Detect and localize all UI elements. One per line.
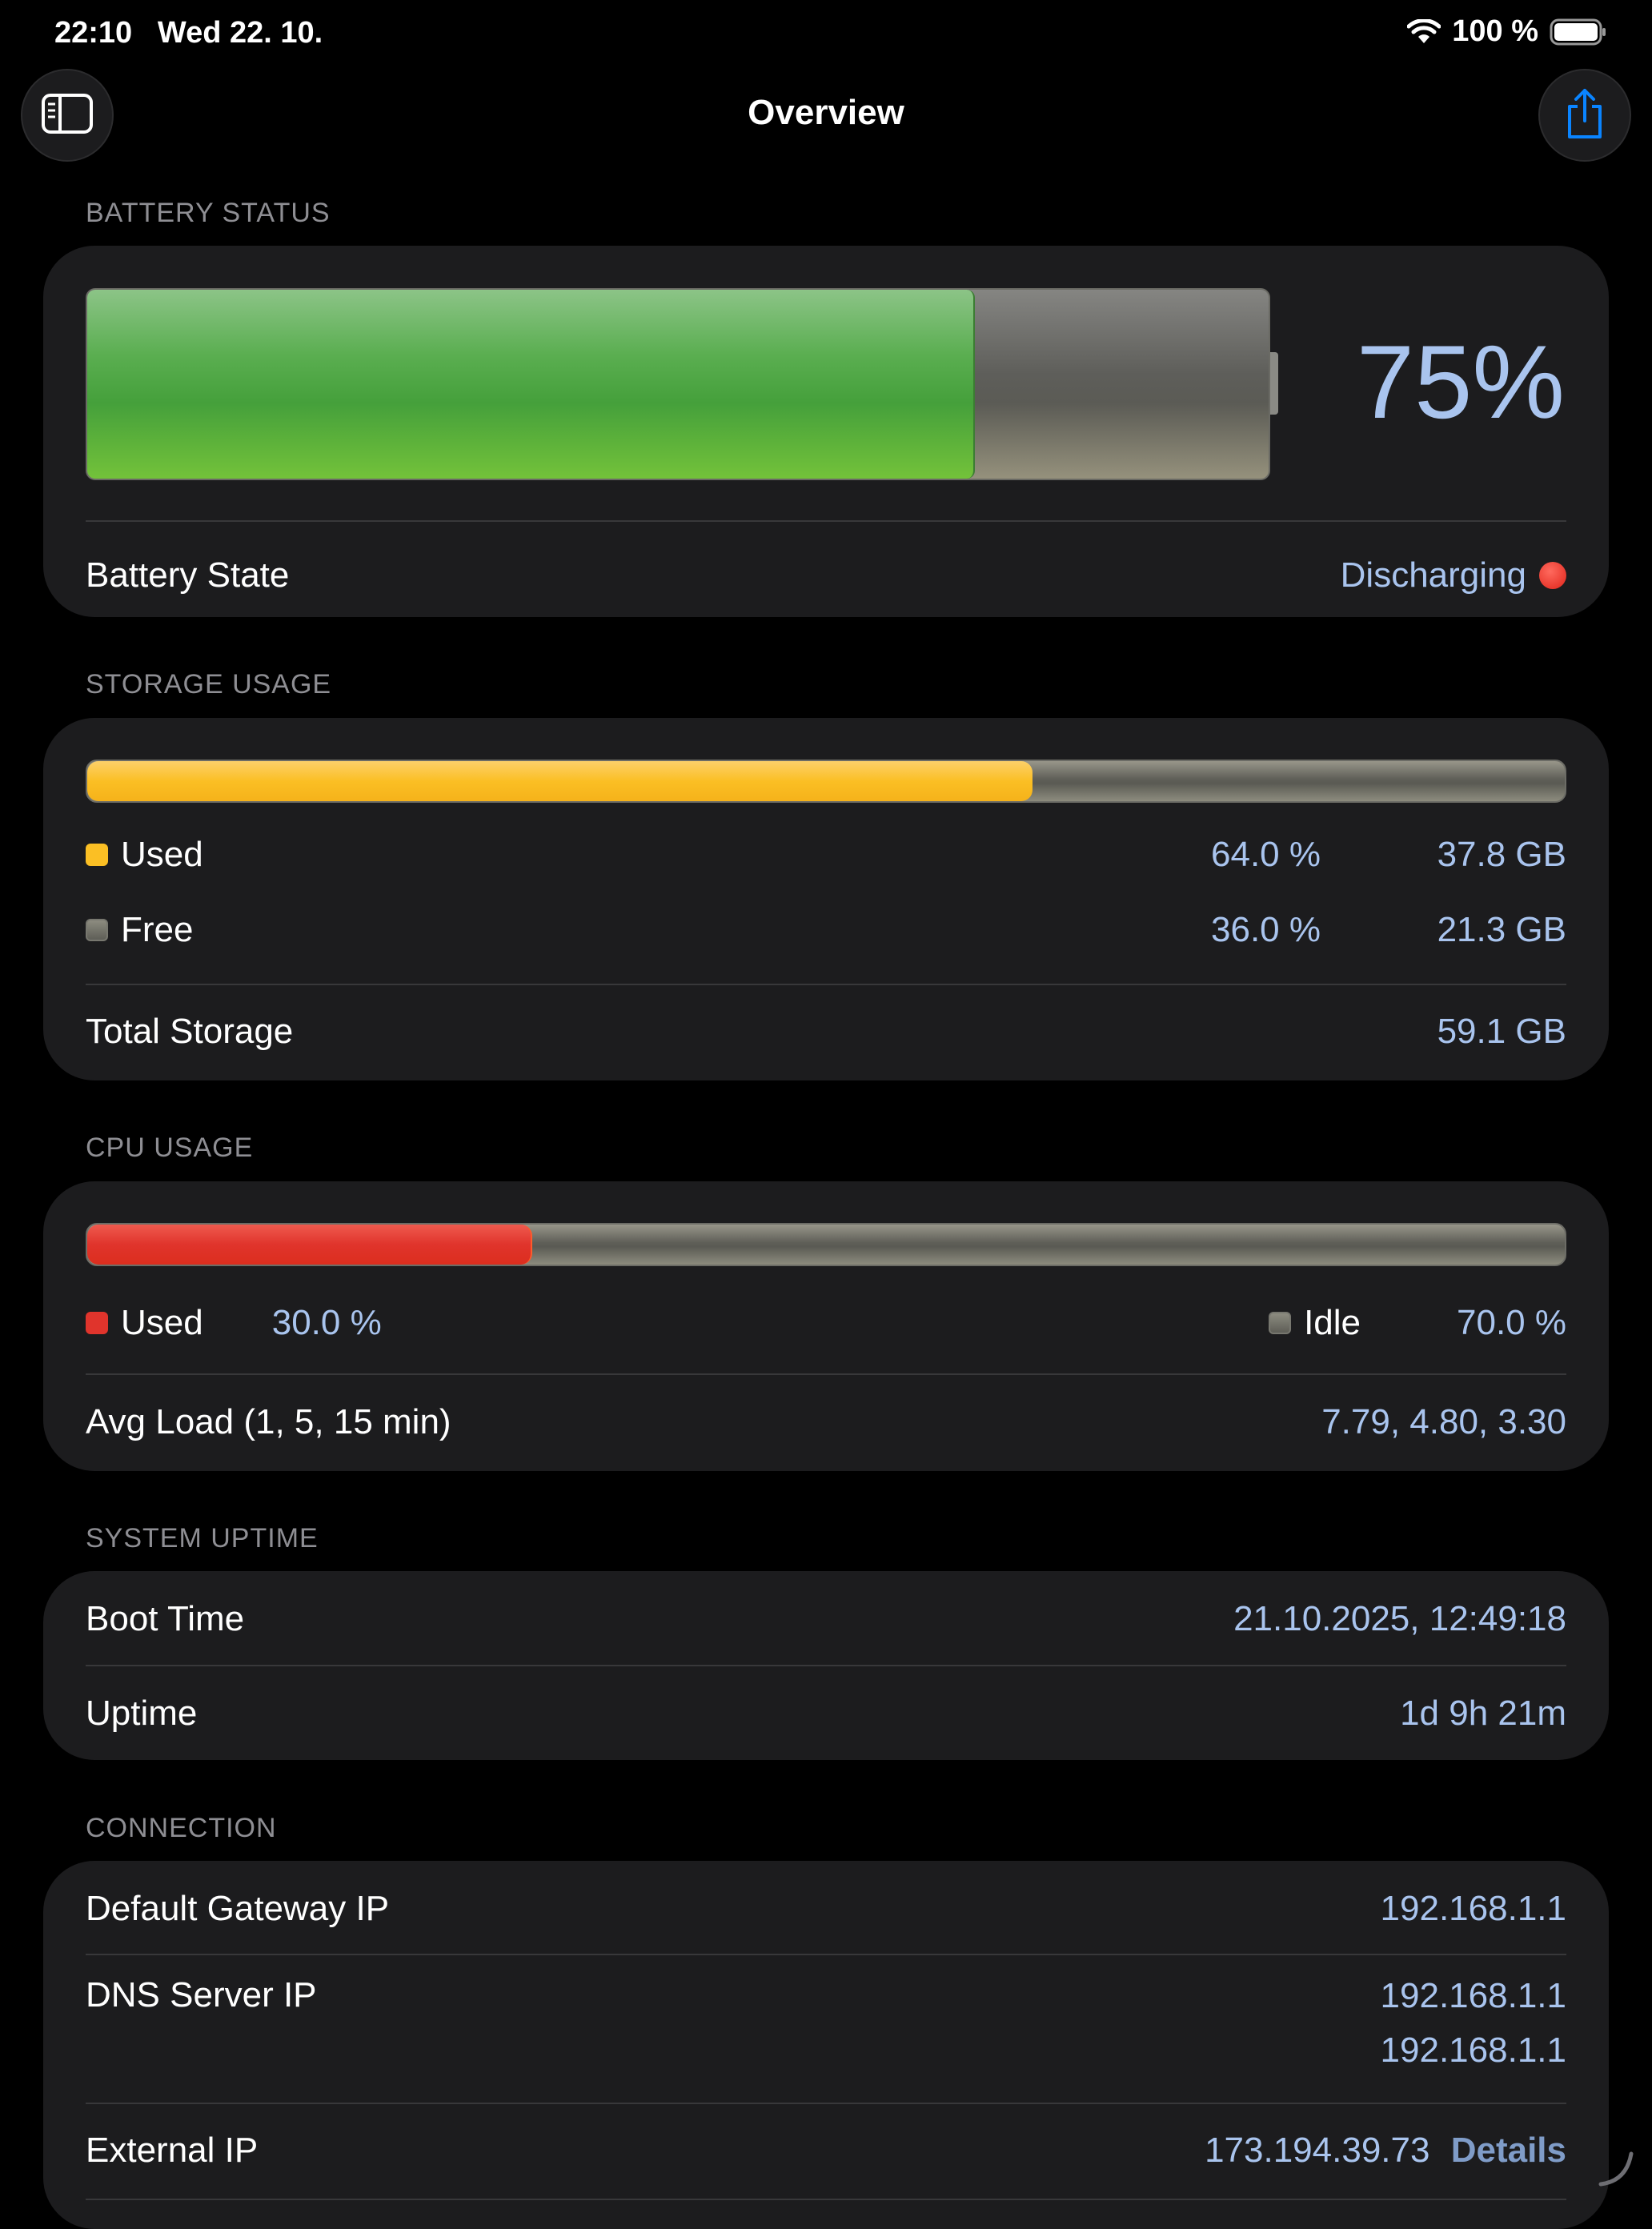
dns-value-2: 192.168.1.1 [1380,2031,1566,2070]
cpu-load-value: 7.79, 4.80, 3.30 [1321,1402,1566,1441]
storage-used-values: 64.0 % 37.8 GB [1161,835,1566,875]
cpu-legend-row: Used 30.0 % Idle 70.0 % [86,1292,1566,1354]
battery-state-value: Discharging [1340,555,1526,595]
boot-time-row: Boot Time 21.10.2025, 12:49:18 [86,1587,1566,1651]
external-ip-label: External IP [86,2131,259,2170]
storage-total-row: Total Storage 59.1 GB [86,1000,1566,1064]
connection-card: Default Gateway IP 192.168.1.1 DNS Serve… [43,1861,1609,2229]
battery-state-label: Battery State [86,555,290,595]
dns-label: DNS Server IP [86,1975,317,2015]
battery-gauge-body [86,288,1270,480]
boot-time-label: Boot Time [86,1599,245,1638]
status-time-date: 22:10 Wed 22. 10. [54,16,323,50]
separator [86,984,1566,985]
share-button[interactable] [1538,69,1631,162]
cpu-load-row: Avg Load (1, 5, 15 min) 7.79, 4.80, 3.30 [86,1390,1566,1454]
storage-bar-used [87,761,1033,801]
cpu-idle-legend: Idle 70.0 % [1269,1303,1566,1343]
status-dot-icon [1539,562,1566,589]
cpu-used-value: 30.0 % [271,1303,382,1342]
battery-card: 75% Battery State Discharging [43,246,1609,617]
cpu-idle-label: Idle [1304,1303,1361,1342]
battery-gauge [86,288,1278,480]
separator [86,1665,1566,1666]
storage-free-size: 21.3 GB [1437,910,1566,949]
section-header-uptime: SYSTEM UPTIME [86,1523,319,1553]
cpu-card: Used 30.0 % Idle 70.0 % Avg Load (1, 5, … [43,1181,1609,1471]
battery-gauge-fill [87,290,975,479]
storage-used-percent: 64.0 % [1211,835,1321,874]
separator [86,520,1566,522]
battery-state-value-group: Discharging [1341,555,1566,595]
gateway-value: 192.168.1.1 [1380,1889,1566,1928]
separator [86,2199,1566,2200]
uptime-card: Boot Time 21.10.2025, 12:49:18 Uptime 1d… [43,1571,1609,1760]
storage-free-row: Free 36.0 % 21.3 GB [86,901,1566,959]
storage-free-swatch [86,919,108,941]
battery-gauge-terminal [1270,352,1278,415]
section-header-connection: CONNECTION [86,1813,277,1843]
storage-used-row: Used 64.0 % 37.8 GB [86,826,1566,884]
uptime-label: Uptime [86,1694,198,1733]
storage-used-swatch [86,844,108,866]
storage-bar [86,760,1566,803]
cpu-used-legend: Used 30.0 % [86,1303,382,1343]
storage-free-label: Free [121,910,194,949]
details-link[interactable]: Details [1451,2131,1566,2170]
status-bar: 22:10 Wed 22. 10. 100 % [0,0,1652,72]
storage-used-size: 37.8 GB [1437,835,1566,874]
cpu-bar [86,1223,1566,1266]
separator [86,1954,1566,1955]
uptime-row: Uptime 1d 9h 21m [86,1682,1566,1746]
storage-free-values: 36.0 % 21.3 GB [1161,910,1566,950]
boot-time-value: 21.10.2025, 12:49:18 [1233,1599,1566,1638]
cpu-idle-swatch [1269,1312,1292,1334]
external-ip-row: External IP 173.194.39.73 Details [86,2119,1566,2183]
battery-icon [1550,18,1607,46]
wifi-icon [1407,18,1441,45]
cpu-load-label: Avg Load (1, 5, 15 min) [86,1402,451,1441]
dns-values: 192.168.1.1 192.168.1.1 [1381,1969,1566,2078]
cpu-idle-value: 70.0 % [1457,1303,1566,1342]
cpu-used-swatch [86,1312,108,1334]
cpu-used-label: Used [121,1303,203,1342]
battery-percent-large: 75% [1356,323,1565,440]
dns-row: DNS Server IP 192.168.1.1 192.168.1.1 [86,1969,1566,2081]
separator [86,1373,1566,1375]
page-title: Overview [748,93,904,132]
section-header-cpu: CPU USAGE [86,1133,254,1163]
dns-value-1: 192.168.1.1 [1380,1976,1566,2015]
storage-total-value: 59.1 GB [1437,1012,1566,1051]
storage-free-legend: Free [86,910,193,950]
status-right: 100 % [1407,14,1607,49]
storage-used-label: Used [121,835,203,874]
storage-total-label: Total Storage [86,1012,294,1051]
battery-percent-text: 100 % [1452,14,1538,48]
scroll-indicator[interactable] [1596,2149,1636,2193]
storage-card: Used 64.0 % 37.8 GB Free 36.0 % 21.3 GB … [43,718,1609,1080]
separator [86,2103,1566,2104]
external-ip-value: 173.194.39.73 [1205,2131,1430,2170]
cpu-bar-used [87,1225,532,1265]
navigation-bar: Overview [0,69,1652,162]
battery-state-row: Battery State Discharging [86,543,1566,607]
storage-free-percent: 36.0 % [1211,910,1321,949]
section-header-storage: STORAGE USAGE [86,669,332,700]
share-icon [1563,87,1606,144]
external-ip-value-group: 173.194.39.73 Details [1205,2131,1566,2171]
section-header-battery: BATTERY STATUS [86,198,331,228]
gateway-row: Default Gateway IP 192.168.1.1 [86,1877,1566,1941]
status-time: 22:10 [54,16,133,50]
storage-used-legend: Used [86,835,203,875]
uptime-value: 1d 9h 21m [1400,1694,1566,1733]
status-date: Wed 22. 10. [157,16,323,50]
gateway-label: Default Gateway IP [86,1889,390,1928]
